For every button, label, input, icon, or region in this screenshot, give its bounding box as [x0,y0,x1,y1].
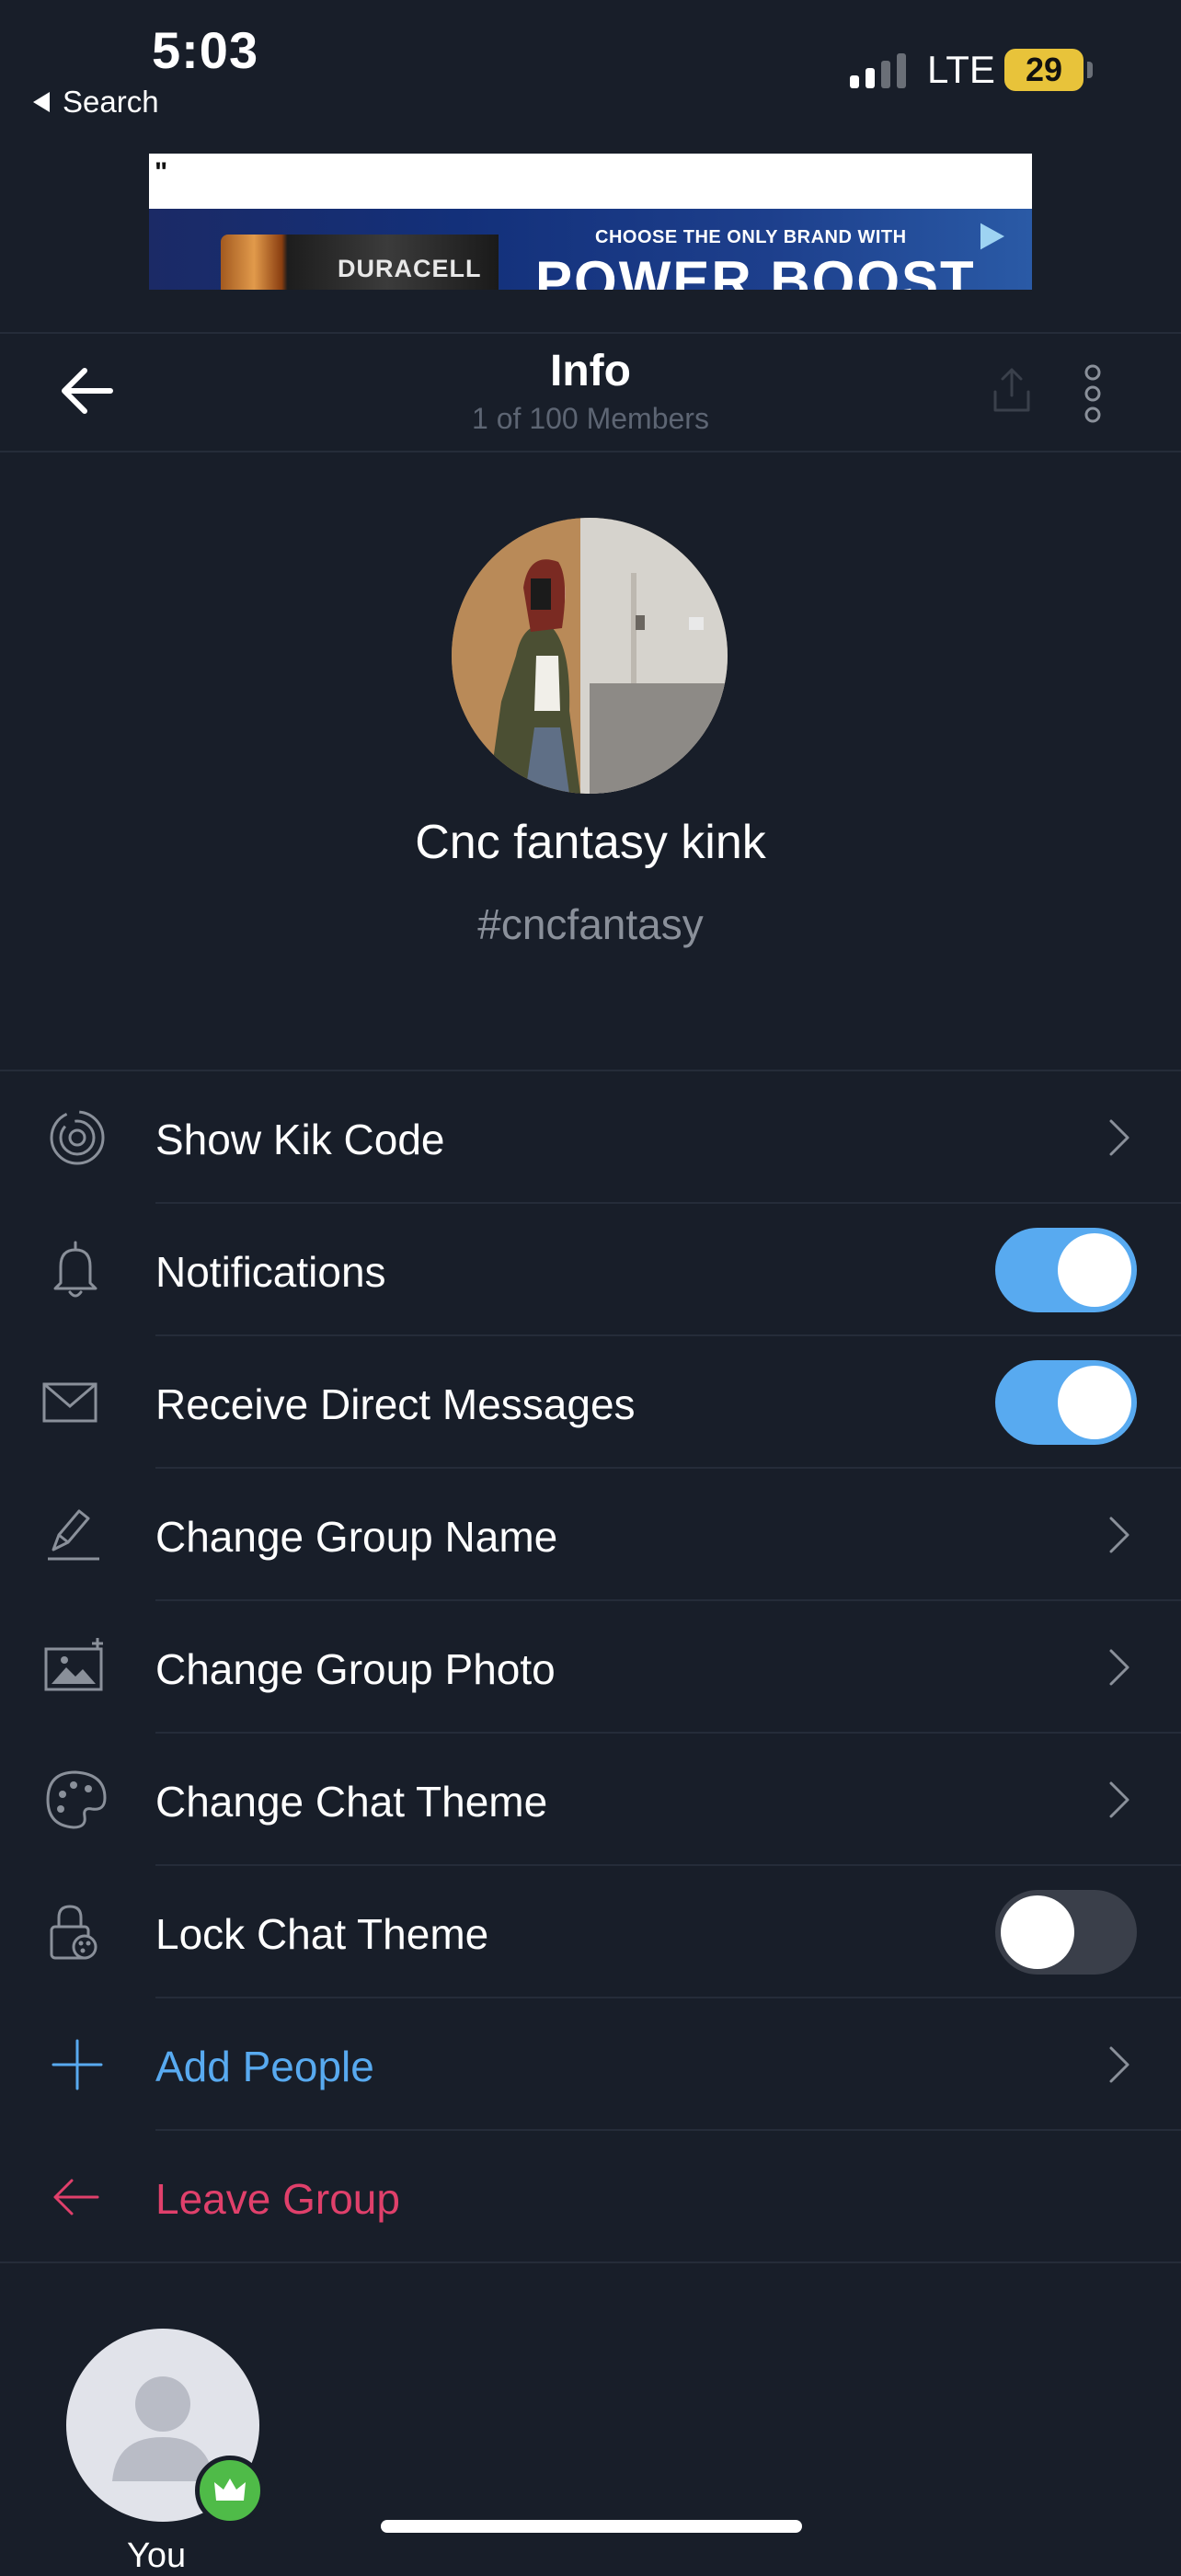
status-time: 5:03 [152,21,259,79]
menu-label: Change Chat Theme [155,1778,548,1826]
back-triangle-icon [33,92,50,112]
back-to-search-link[interactable]: Search [33,85,159,120]
ad-headline: POWER BOOST [535,250,976,290]
menu-row-change-group-name[interactable]: Change Group Name [0,1469,1181,1601]
photo-icon [40,1634,110,1700]
toggle-knob [1058,1366,1131,1439]
group-hashtag: #cncfantasy [477,900,704,948]
envelope-icon [40,1369,110,1436]
network-type: LTE [927,48,995,91]
battery-level: 29 [1025,51,1063,88]
menu-row-receive-direct-messages: Receive Direct Messages [0,1336,1181,1469]
crown-icon [195,2456,265,2525]
menu-row-lock-chat-theme: Lock Chat Theme [0,1866,1181,1998]
menu-row-change-chat-theme[interactable]: Change Chat Theme [0,1734,1181,1866]
ad-quote-mark: " [155,157,168,188]
menu-label: Change Group Photo [155,1645,556,1693]
battery-tip [1087,62,1093,78]
chevron-right-icon [1104,1780,1133,1820]
ad-choices-icon[interactable] [980,223,1004,250]
kik-code-icon [40,1105,110,1171]
member-name: You [127,2536,187,2575]
menu-label: Notifications [155,1248,386,1296]
notifications-toggle[interactable] [995,1228,1137,1312]
chevron-right-icon [1104,1647,1133,1688]
plus-icon [40,2032,110,2098]
menu-label: Change Group Name [155,1513,558,1561]
menu-label: Receive Direct Messages [155,1380,636,1428]
ad-banner[interactable]: " DURACELL CHOOSE THE ONLY BRAND WITH PO… [149,154,1032,290]
more-options-icon[interactable] [1080,364,1106,423]
share-icon[interactable] [992,366,1032,414]
group-photo[interactable] [452,518,728,794]
chevron-right-icon [1104,1117,1133,1158]
menu-label: Leave Group [155,2175,400,2223]
direct-messages-toggle[interactable] [995,1360,1137,1445]
cellular-signal-icon [850,53,906,88]
chevron-right-icon [1104,2044,1133,2085]
menu-row-show-kik-code[interactable]: Show Kik Code [0,1071,1181,1204]
group-name: Cnc fantasy kink [415,816,766,869]
menu-row-notifications: Notifications [0,1204,1181,1336]
ad-brand: DURACELL [338,255,482,282]
menu-bottom-divider [0,2261,1181,2263]
header-bottom-divider [0,451,1181,452]
toggle-knob [1001,1895,1074,1969]
menu-row-change-group-photo[interactable]: Change Group Photo [0,1601,1181,1734]
ad-image[interactable]: DURACELL CHOOSE THE ONLY BRAND WITH POWE… [149,209,1032,290]
pencil-icon [40,1502,110,1568]
lock-palette-icon [40,1899,110,1965]
palette-icon [40,1767,110,1833]
arrow-left-icon [40,2164,110,2230]
menu-label: Lock Chat Theme [155,1910,489,1958]
home-indicator[interactable] [381,2520,802,2533]
back-to-search-label: Search [63,85,159,119]
battery-icon: 29 [1004,49,1084,91]
lock-chat-theme-toggle[interactable] [995,1890,1137,1975]
header-top-divider [0,332,1181,334]
ad-tagline: CHOOSE THE ONLY BRAND WITH [595,227,907,247]
menu-label: Add People [155,2043,374,2090]
bell-icon [40,1237,110,1303]
toggle-knob [1058,1233,1131,1307]
chevron-right-icon [1104,1515,1133,1555]
menu-row-add-people[interactable]: Add People [0,1998,1181,2131]
menu-row-leave-group[interactable]: Leave Group [0,2131,1181,2263]
menu-label: Show Kik Code [155,1116,445,1163]
